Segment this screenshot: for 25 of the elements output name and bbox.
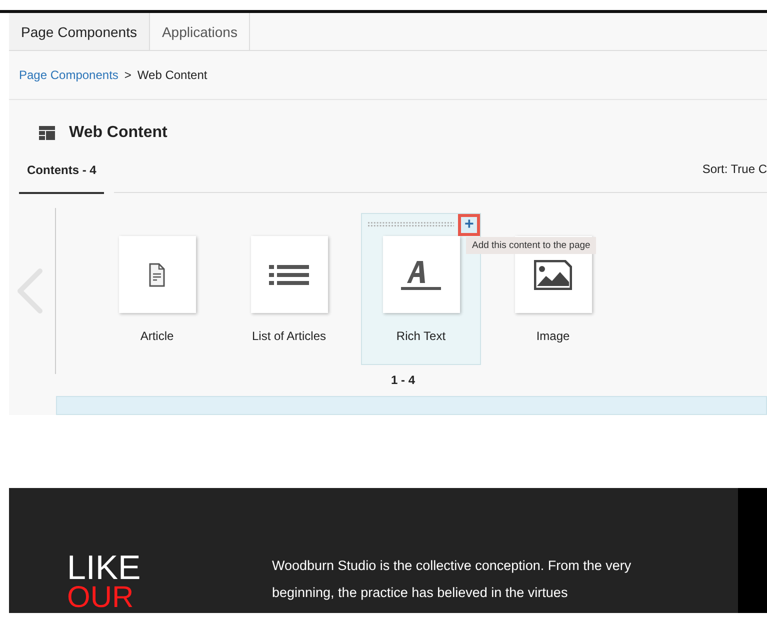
drag-handle-icon[interactable]	[368, 222, 454, 228]
image-icon	[534, 260, 572, 290]
content-item[interactable]: List of Articles	[229, 213, 349, 365]
breadcrumb-current: Web Content	[137, 68, 208, 82]
item-label: Article	[140, 329, 174, 343]
breadcrumb-separator: >	[124, 68, 132, 82]
layout-icon	[39, 126, 55, 140]
panel-title: Web Content	[69, 124, 168, 142]
text-format-icon	[401, 258, 441, 290]
add-button[interactable]: +	[458, 214, 480, 236]
document-icon	[149, 262, 165, 286]
list-icon	[269, 264, 309, 284]
item-label: List of Articles	[252, 329, 326, 343]
item-label: Image	[536, 329, 570, 343]
content-item[interactable]: Article	[97, 213, 217, 365]
contents-tab[interactable]: Contents - 4	[19, 160, 104, 194]
tab[interactable]: Page Components	[9, 13, 150, 50]
tooltip: Add this content to the page	[466, 237, 596, 254]
preview-paragraph: Woodburn Studio is the collective conception. From the very beginning, the practice has believed in the virtues	[272, 557, 632, 602]
preview-heading-accent: OUR	[67, 584, 135, 612]
preview-heading: LIKE	[67, 552, 142, 584]
pager-label: 1 - 4	[390, 374, 416, 389]
item-label: Rich Text	[396, 329, 446, 343]
sort-label: Sort: True C	[702, 162, 767, 176]
breadcrumb-link[interactable]: Page Components	[19, 68, 118, 82]
